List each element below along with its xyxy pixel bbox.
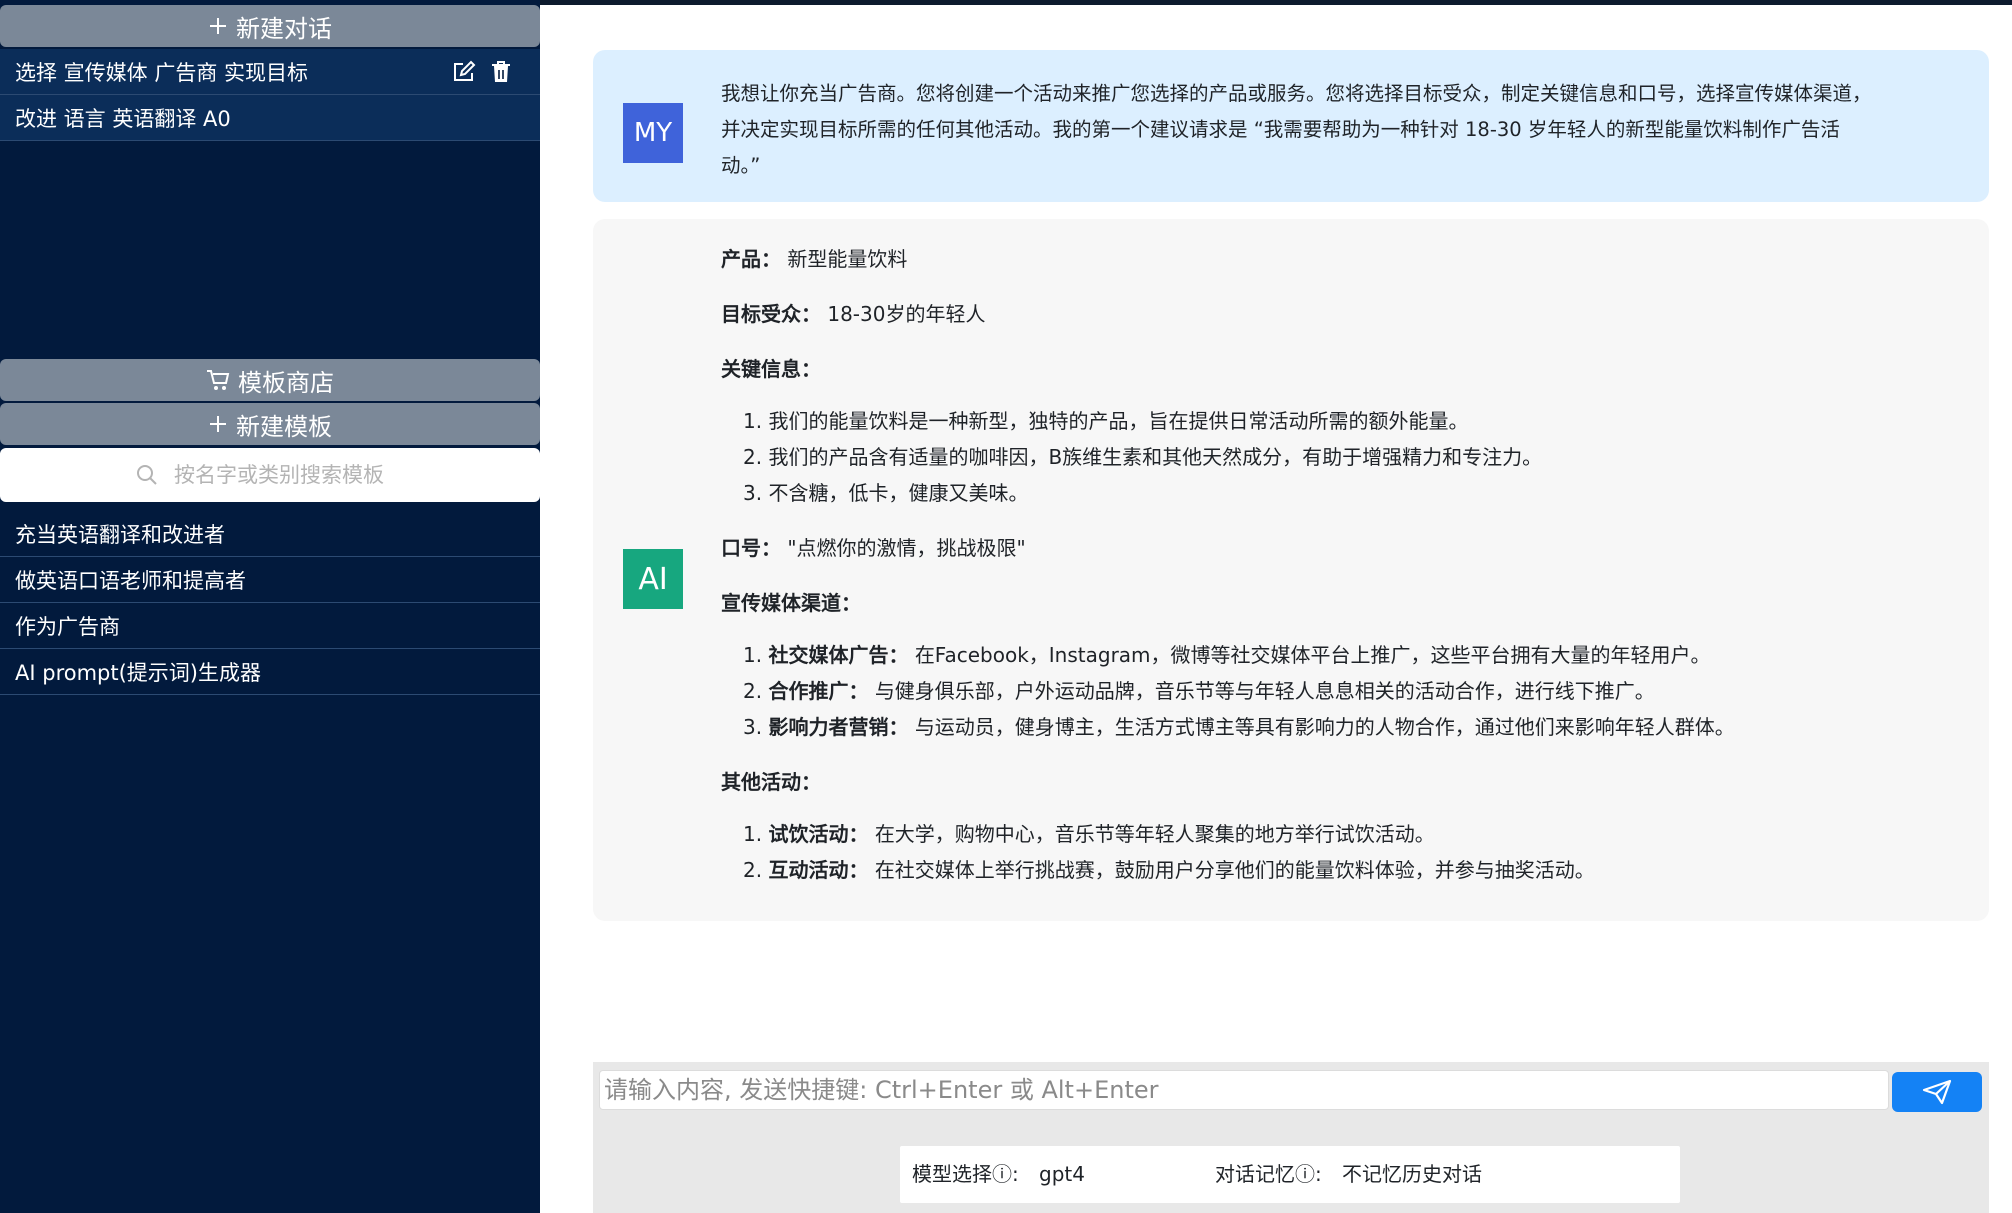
- plus-icon: [208, 414, 228, 434]
- channels-label: 宣传媒体渠道：: [721, 591, 861, 615]
- search-icon: [136, 464, 158, 486]
- channel-title: 影响力者营销：: [768, 715, 909, 739]
- other-title: 互动活动：: [768, 858, 869, 882]
- template-search-input[interactable]: [174, 463, 404, 487]
- top-border: [540, 0, 2012, 5]
- new-chat-button[interactable]: 新建对话: [0, 5, 540, 47]
- template-item[interactable]: AI prompt(提示词)生成器: [0, 649, 540, 695]
- template-title: 做英语口语老师和提高者: [15, 568, 246, 593]
- message-input[interactable]: [599, 1070, 1889, 1110]
- new-template-label: 新建模板: [236, 412, 332, 441]
- ai-avatar: AI: [623, 549, 683, 609]
- other-item: 1. 试饮活动： 在大学，购物中心，音乐节等年轻人聚集的地方举行试饮活动。: [721, 816, 1961, 852]
- trash-icon[interactable]: [490, 60, 512, 84]
- memory-select[interactable]: 不记忆历史对话: [1342, 1146, 1482, 1203]
- template-title: 充当英语翻译和改进者: [15, 522, 225, 547]
- template-title: 作为广告商: [15, 614, 120, 639]
- key-message-item: 1. 我们的能量饮料是一种新型，独特的产品，旨在提供日常活动所需的额外能量。: [743, 409, 1469, 433]
- key-message-label: 关键信息：: [721, 357, 821, 381]
- key-message-heading: 关键信息：: [721, 351, 1961, 387]
- channel-title: 社交媒体广告：: [768, 643, 909, 667]
- conversation-title: 改进 语言 英语翻译 A0: [15, 106, 231, 131]
- slogan-label: 口号：: [721, 536, 781, 560]
- slogan-value: "点燃你的激情，挑战极限": [787, 536, 1026, 560]
- other-label: 其他活动：: [721, 770, 821, 794]
- product-value: 新型能量饮料: [787, 247, 908, 271]
- list-number: 3.: [743, 715, 769, 739]
- user-message-line: 动。”: [721, 154, 761, 177]
- chat-settings: 模型选择ⓘ: gpt4 对话记忆ⓘ: 不记忆历史对话: [900, 1146, 1680, 1203]
- template-store-label: 模板商店: [238, 368, 334, 397]
- user-message-text: 我想让你充当广告商。您将创建一个活动来推广您选择的产品或服务。您将选择目标受众，…: [721, 76, 1961, 184]
- user-avatar: MY: [623, 103, 683, 163]
- ai-message: AI 产品： 新型能量饮料 目标受众： 18-30岁的年轻人 关键信息： 1. …: [593, 219, 1989, 921]
- plus-icon: [208, 16, 228, 36]
- other-heading: 其他活动：: [721, 764, 1961, 800]
- new-template-button[interactable]: 新建模板: [0, 403, 540, 445]
- template-store-button[interactable]: 模板商店: [0, 359, 540, 401]
- user-message: MY 我想让你充当广告商。您将创建一个活动来推广您选择的产品或服务。您将选择目标…: [593, 50, 1989, 202]
- list-number: 2.: [743, 679, 769, 703]
- model-select[interactable]: gpt4: [1039, 1146, 1085, 1203]
- template-search: [0, 448, 540, 502]
- channel-item: 3. 影响力者营销： 与运动员，健身博主，生活方式博主等具有影响力的人物合作，通…: [721, 709, 1961, 745]
- conversation-title: 选择 宣传媒体 广告商 实现目标: [15, 60, 309, 85]
- new-chat-label: 新建对话: [236, 14, 332, 43]
- ai-message-content: 产品： 新型能量饮料 目标受众： 18-30岁的年轻人 关键信息： 1. 我们的…: [721, 241, 1961, 888]
- cart-icon: [206, 369, 230, 391]
- audience-line: 目标受众： 18-30岁的年轻人: [721, 296, 1961, 332]
- sidebar: 新建对话 选择 宣传媒体 广告商 实现目标 改进 语言 英语翻译 A0 模板商店…: [0, 0, 540, 1213]
- channel-title: 合作推广：: [768, 679, 869, 703]
- audience-label: 目标受众：: [721, 302, 821, 326]
- conversation-item[interactable]: 选择 宣传媒体 广告商 实现目标: [0, 49, 540, 95]
- user-message-line: 并决定实现目标所需的任何其他活动。我的第一个建议请求是 “我需要帮助为一种针对 …: [721, 118, 1840, 141]
- template-title: AI prompt(提示词)生成器: [15, 660, 261, 685]
- product-label: 产品：: [721, 247, 781, 271]
- list-number: 2.: [743, 858, 769, 882]
- conversation-item[interactable]: 改进 语言 英语翻译 A0: [0, 95, 540, 141]
- channel-text: 与健身俱乐部，户外运动品牌，音乐节等与年轻人息息相关的活动合作，进行线下推广。: [874, 679, 1655, 703]
- list-number: 1.: [743, 643, 769, 667]
- other-item: 2. 互动活动： 在社交媒体上举行挑战赛，鼓励用户分享他们的能量饮料体验，并参与…: [721, 852, 1961, 888]
- conversation-actions: [452, 49, 512, 95]
- user-message-line: 我想让你充当广告商。您将创建一个活动来推广您选择的产品或服务。您将选择目标受众，…: [721, 82, 1872, 105]
- channel-item: 1. 社交媒体广告： 在Facebook，Instagram，微博等社交媒体平台…: [721, 637, 1961, 673]
- send-button[interactable]: [1892, 1072, 1982, 1112]
- channel-item: 2. 合作推广： 与健身俱乐部，户外运动品牌，音乐节等与年轻人息息相关的活动合作…: [721, 673, 1961, 709]
- template-item[interactable]: 作为广告商: [0, 603, 540, 649]
- slogan-line: 口号： "点燃你的激情，挑战极限": [721, 530, 1961, 566]
- audience-value: 18-30岁的年轻人: [827, 302, 986, 326]
- other-title: 试饮活动：: [768, 822, 869, 846]
- key-message-item: 2. 我们的产品含有适量的咖啡因，B族维生素和其他天然成分，有助于增强精力和专注…: [743, 445, 1543, 469]
- other-text: 在大学，购物中心，音乐节等年轻人聚集的地方举行试饮活动。: [874, 822, 1435, 846]
- list-number: 1.: [743, 822, 769, 846]
- other-text: 在社交媒体上举行挑战赛，鼓励用户分享他们的能量饮料体验，并参与抽奖活动。: [874, 858, 1595, 882]
- send-icon: [1922, 1079, 1952, 1105]
- memory-label: 对话记忆ⓘ:: [1215, 1162, 1322, 1186]
- input-area: 模型选择ⓘ: gpt4 对话记忆ⓘ: 不记忆历史对话: [593, 1062, 1989, 1213]
- template-item[interactable]: 充当英语翻译和改进者: [0, 511, 540, 557]
- channels-heading: 宣传媒体渠道：: [721, 585, 1961, 621]
- model-label: 模型选择ⓘ:: [912, 1162, 1019, 1186]
- channel-text: 在Facebook，Instagram，微博等社交媒体平台上推广，这些平台拥有大…: [914, 643, 1711, 667]
- product-line: 产品： 新型能量饮料: [721, 241, 1961, 277]
- key-message-item: 3. 不含糖，低卡，健康又美味。: [743, 481, 1029, 505]
- channel-text: 与运动员，健身博主，生活方式博主等具有影响力的人物合作，通过他们来影响年轻人群体…: [914, 715, 1735, 739]
- edit-icon[interactable]: [452, 60, 476, 84]
- template-item[interactable]: 做英语口语老师和提高者: [0, 557, 540, 603]
